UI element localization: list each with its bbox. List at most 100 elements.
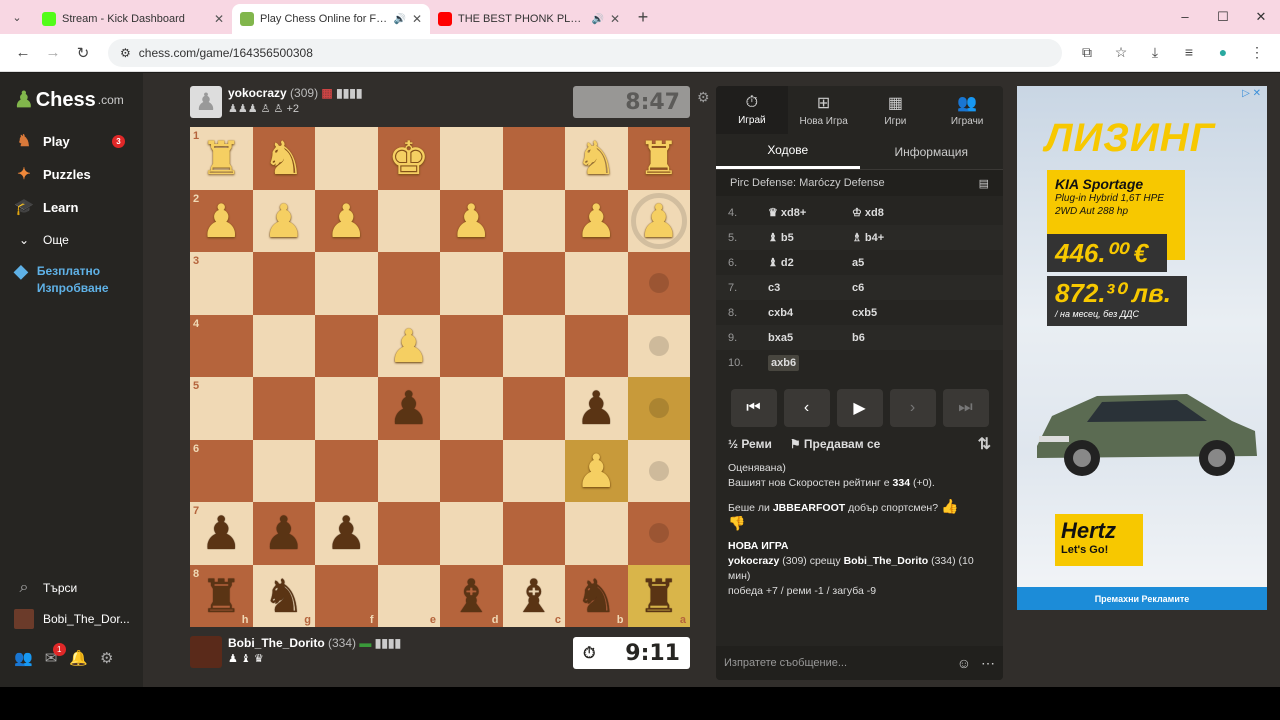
sidebar-search[interactable]: ⌕ Търси (14, 578, 78, 598)
tab-games[interactable]: ▦ Игри (860, 86, 932, 134)
board-square[interactable] (315, 377, 378, 440)
board-square[interactable] (502, 502, 565, 565)
tab-players[interactable]: 👥 Играчи (931, 86, 1003, 134)
board-square[interactable] (315, 314, 378, 377)
emoji-icon[interactable]: ☺ (957, 655, 971, 671)
sidebar-item-more[interactable]: ⌄ Още (14, 230, 69, 250)
board-square[interactable] (565, 314, 628, 377)
white-rook-icon[interactable]: ♜ (638, 135, 679, 181)
black-move[interactable]: ♗ b4+ (852, 231, 936, 244)
black-knight-icon[interactable]: ♞ (263, 573, 304, 619)
black-pawn-icon[interactable]: ♟ (576, 385, 617, 431)
previous-move-button[interactable]: ‹ (783, 389, 830, 427)
white-move[interactable]: axb6 (768, 354, 800, 371)
board-square[interactable] (440, 314, 503, 377)
flip-board-icon[interactable]: ⇅ (978, 434, 991, 454)
speaker-icon[interactable]: 🔊 (393, 14, 405, 25)
board-square[interactable] (252, 252, 315, 315)
close-tab-icon[interactable]: ✕ (214, 12, 224, 26)
board-square[interactable]: ♟ (440, 189, 503, 252)
close-tab-icon[interactable]: ✕ (610, 12, 620, 26)
white-move[interactable]: cxb4 (768, 307, 852, 319)
play-button[interactable]: ▶ (836, 389, 883, 427)
white-pawn-icon[interactable]: ♟ (201, 198, 242, 244)
board-square[interactable]: ♟ (377, 377, 440, 440)
board-square[interactable]: 6 (190, 439, 253, 502)
sidebar-item-learn[interactable]: 🎓 Learn (14, 197, 78, 217)
advertisement[interactable]: ▷ ✕ ЛИЗИНГ KIA Sportage Plug-in Hybrid 1… (1017, 86, 1267, 610)
board-square[interactable] (252, 314, 315, 377)
thumbs-down-icon[interactable]: 👎 (728, 516, 991, 531)
speaker-icon[interactable]: 🔊 (591, 14, 603, 25)
board-square[interactable]: a ♜ (627, 564, 690, 627)
bookmark-star-icon[interactable]: ☆ (1106, 44, 1136, 61)
new-tab-button[interactable]: + (628, 7, 658, 28)
black-move[interactable]: cxb5 (852, 307, 936, 319)
menu-icon[interactable]: ⋮ (1242, 44, 1272, 61)
board-square[interactable] (502, 439, 565, 502)
address-bar[interactable]: ⚙ chess.com/game/164356500308 (108, 38, 1062, 67)
reload-icon[interactable]: ↻ (68, 44, 98, 62)
close-tab-icon[interactable]: ✕ (412, 12, 422, 26)
friends-icon[interactable]: 👥 (14, 649, 33, 667)
black-pawn-icon[interactable]: ♟ (326, 510, 367, 556)
sidebar-user[interactable]: Bobi_The_Dor... (14, 609, 130, 629)
white-move[interactable]: bxa5 (768, 332, 852, 344)
board-square[interactable] (502, 127, 565, 190)
board-square[interactable]: ♜ (627, 127, 690, 190)
board-square[interactable]: 7 ♟ (190, 502, 253, 565)
board-square[interactable]: ♟ (565, 439, 628, 502)
sidebar-item-free-trial[interactable]: ◆ Безплатно Изпробване (14, 262, 117, 297)
board-square[interactable]: ♞ (565, 127, 628, 190)
remove-ads-button[interactable]: Премахни Рекламите (1017, 587, 1267, 610)
board-square[interactable] (252, 439, 315, 502)
board-square[interactable] (377, 439, 440, 502)
white-pawn-icon[interactable]: ♟ (388, 323, 429, 369)
black-move[interactable]: b6 (852, 332, 936, 344)
board-square[interactable]: b ♞ (565, 564, 628, 627)
white-move[interactable]: ♝ d2 (768, 256, 852, 269)
board-square[interactable] (565, 252, 628, 315)
board-square[interactable]: ♟ (627, 189, 690, 252)
adchoices-icon[interactable]: ▷ ✕ (1242, 88, 1261, 99)
board-square[interactable]: 1 ♜ (190, 127, 253, 190)
board-square[interactable] (565, 502, 628, 565)
board-square[interactable]: 4 (190, 314, 253, 377)
board-square[interactable]: 3 (190, 252, 253, 315)
white-pawn-icon[interactable]: ♟ (576, 448, 617, 494)
black-pawn-icon[interactable]: ♟ (263, 510, 304, 556)
user-avatar[interactable] (190, 636, 222, 668)
board-square[interactable]: g ♞ (252, 564, 315, 627)
close-window-icon[interactable]: ✕ (1242, 9, 1280, 25)
first-move-button[interactable]: ⏮ (730, 389, 777, 427)
black-knight-icon[interactable]: ♞ (576, 573, 617, 619)
download-icon[interactable]: ⤓ (1140, 44, 1170, 61)
board-square[interactable]: ♟ (252, 502, 315, 565)
white-pawn-icon[interactable]: ♟ (326, 198, 367, 244)
white-pawn-icon[interactable]: ♟ (451, 198, 492, 244)
board-square[interactable] (440, 439, 503, 502)
chess-board[interactable]: 1 ♜ ♞ ♚ ♞ ♜ 2 ♟ ♟ ♟ ♟ ♟ ♟ 3 4 ♟ 5 ♟ ♟ 6 ♟ 7 ♟ ♟ ♟ 8 h ♜ g ♞ f e d ♝ c ♝ b ♞ a ♜ (190, 127, 690, 627)
board-square[interactable] (627, 377, 690, 440)
board-square[interactable]: e (377, 564, 440, 627)
chess-logo[interactable]: ♟ Chess .com (14, 87, 124, 113)
back-icon[interactable]: ← (8, 44, 38, 61)
black-pawn-icon[interactable]: ♟ (388, 385, 429, 431)
tab-new-game[interactable]: ⊞ Нова Игра (788, 86, 860, 134)
board-square[interactable]: c ♝ (502, 564, 565, 627)
board-square[interactable]: 8 h ♜ (190, 564, 253, 627)
notifications-bell-icon[interactable]: 🔔 (69, 649, 88, 667)
tab-moves[interactable]: Ходове (716, 134, 860, 169)
install-icon[interactable]: ⧉ (1072, 44, 1102, 61)
white-move[interactable]: c3 (768, 282, 852, 294)
board-square[interactable]: ♟ (565, 377, 628, 440)
board-square[interactable] (627, 439, 690, 502)
black-move[interactable]: c6 (852, 282, 936, 294)
tab-youtube[interactable]: THE BEST PHONK PLAYLIST 🔊 ✕ (430, 4, 628, 34)
board-square[interactable]: 5 (190, 377, 253, 440)
resign-button[interactable]: ⚑ Предавам се (790, 437, 880, 451)
more-options-icon[interactable]: ⋯ (981, 655, 995, 672)
board-square[interactable] (502, 377, 565, 440)
board-settings-gear-icon[interactable]: ⚙ (697, 89, 710, 106)
white-king-icon[interactable]: ♚ (388, 135, 429, 181)
